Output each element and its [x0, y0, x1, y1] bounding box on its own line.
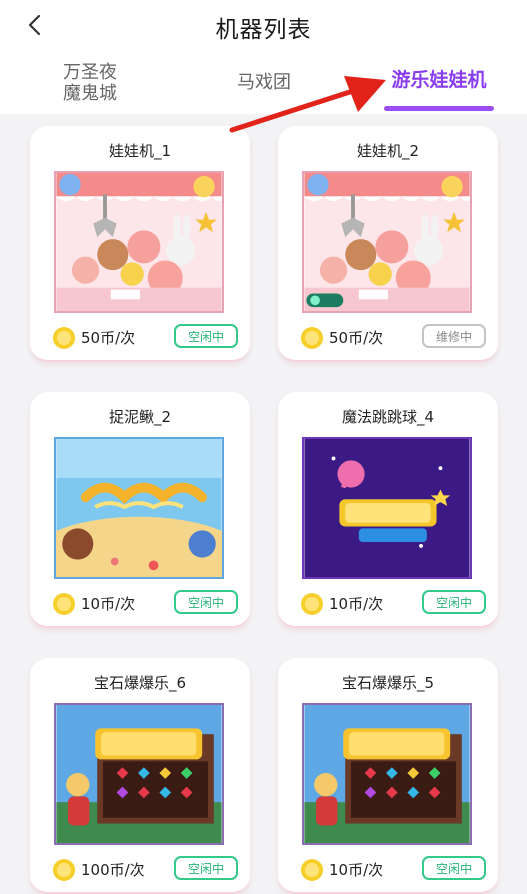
- claw-machine-image: [304, 173, 470, 311]
- machine-list: 娃娃机_1 50币/次 空闲中 娃娃机_2 50币/次 维修中 捉泥鳅_2 10…: [0, 114, 527, 894]
- gem-game-image: [56, 705, 222, 843]
- price-label: 50币/次: [329, 329, 384, 347]
- tab-halloween[interactable]: 万圣夜 魔鬼城: [48, 62, 132, 104]
- machine-thumbnail[interactable]: [54, 437, 224, 579]
- magic-ball-game-image: [304, 439, 470, 577]
- machine-card[interactable]: 宝石爆爆乐_5 10币/次 空闲中: [278, 658, 498, 894]
- header: 机器列表: [0, 0, 527, 52]
- page-title: 机器列表: [215, 17, 312, 43]
- coin-icon: [301, 327, 323, 349]
- machine-thumbnail[interactable]: [302, 703, 472, 845]
- machine-thumbnail[interactable]: [302, 171, 472, 313]
- machine-thumbnail[interactable]: [54, 171, 224, 313]
- tab-label-line2: 魔鬼城: [63, 83, 117, 104]
- machine-name: 娃娃机_1: [108, 142, 172, 160]
- price-label: 50币/次: [81, 329, 136, 347]
- gem-game-image: [304, 705, 470, 843]
- coin-icon: [301, 593, 323, 615]
- tab-label-line1: 万圣夜: [63, 62, 117, 83]
- status-badge: 空闲中: [174, 324, 238, 348]
- tab-circus[interactable]: 马戏团: [222, 72, 306, 93]
- price-label: 100币/次: [81, 861, 145, 879]
- status-badge: 空闲中: [422, 856, 486, 880]
- machine-thumbnail[interactable]: [302, 437, 472, 579]
- machine-card[interactable]: 宝石爆爆乐_6 100币/次 空闲中: [30, 658, 250, 894]
- status-badge: 空闲中: [174, 856, 238, 880]
- tab-amusement-claw[interactable]: 游乐娃娃机: [378, 70, 500, 91]
- coin-icon: [53, 859, 75, 881]
- machine-card[interactable]: 娃娃机_1 50币/次 空闲中: [30, 126, 250, 362]
- machine-name: 娃娃机_2: [356, 142, 420, 160]
- machine-card[interactable]: 娃娃机_2 50币/次 维修中: [278, 126, 498, 362]
- tab-bar: 万圣夜 魔鬼城 马戏团 游乐娃娃机: [0, 52, 527, 114]
- machine-card[interactable]: 魔法跳跳球_4 10币/次 空闲中: [278, 392, 498, 628]
- price-label: 10币/次: [329, 595, 384, 613]
- status-badge: 空闲中: [422, 590, 486, 614]
- machine-name: 宝石爆爆乐_6: [93, 674, 187, 692]
- machine-name: 魔法跳跳球_4: [341, 408, 435, 426]
- machine-thumbnail[interactable]: [54, 703, 224, 845]
- price-label: 10币/次: [329, 861, 384, 879]
- machine-card[interactable]: 捉泥鳅_2 10币/次 空闲中: [30, 392, 250, 628]
- claw-machine-image: [56, 173, 222, 311]
- status-badge: 空闲中: [174, 590, 238, 614]
- status-badge: 维修中: [422, 324, 486, 348]
- coin-icon: [53, 327, 75, 349]
- machine-name: 捉泥鳅_2: [108, 408, 172, 426]
- machine-name: 宝石爆爆乐_5: [341, 674, 435, 692]
- loach-game-image: [56, 439, 222, 577]
- active-tab-indicator: [384, 106, 494, 111]
- price-label: 10币/次: [81, 595, 136, 613]
- coin-icon: [53, 593, 75, 615]
- coin-icon: [301, 859, 323, 881]
